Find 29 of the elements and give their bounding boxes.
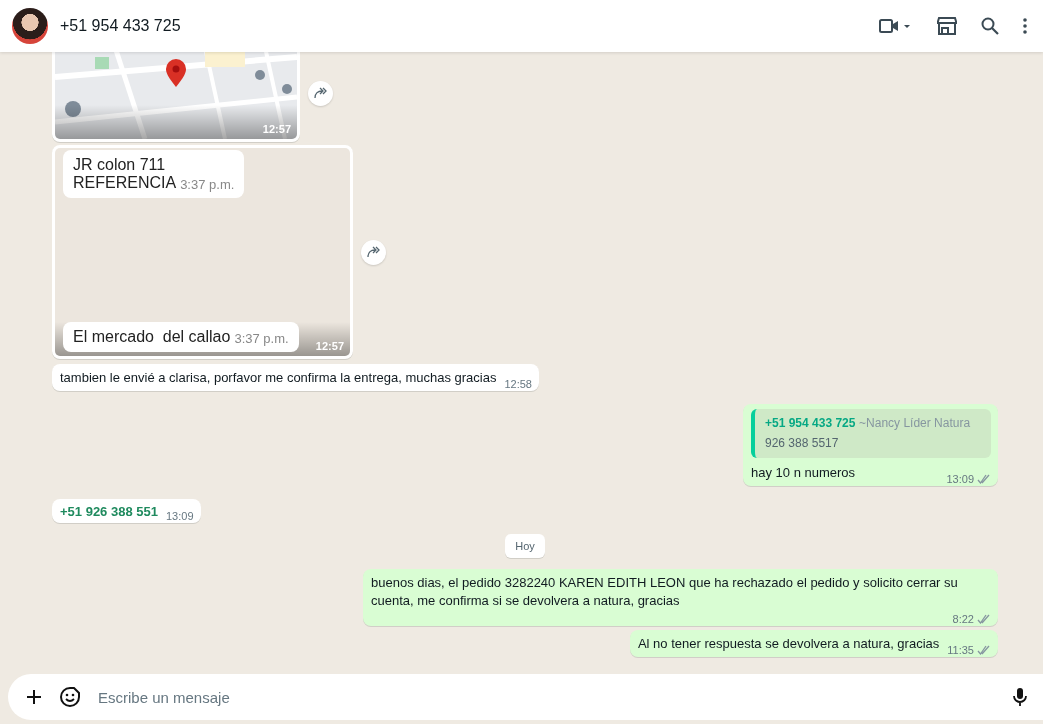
message-time: 13:09 xyxy=(165,510,194,522)
message-time: 12:57 xyxy=(262,123,291,135)
message-text: buenos dias, el pedido 3282240 KAREN EDITH LEON que ha rechazado el pedido y solicito cerrar su cuenta, me confirma si se devolvera a natura, gracias xyxy=(371,574,959,610)
forward-button[interactable] xyxy=(361,239,386,265)
message-time: 11:35 xyxy=(947,644,974,656)
forward-icon xyxy=(366,246,381,258)
quote-author: +51 954 433 725 xyxy=(765,416,856,430)
image-message[interactable]: JR colon 711 REFERENCIA 3:37 p.m. El mercado del callao 3:37 p.m. 12:57 xyxy=(52,145,353,359)
message-text: hay 10 n numeros xyxy=(751,464,856,482)
forward-button[interactable] xyxy=(308,80,333,106)
contact-avatar[interactable] xyxy=(12,8,48,44)
quote-text: 926 388 5517 xyxy=(765,436,840,450)
quote-name: ~Nancy Líder Natura xyxy=(859,416,971,430)
phone-link[interactable]: +51 926 388 551 xyxy=(60,504,158,519)
message-text: tambien le envié a clarisa, porfavor me confirma la entrega, muchas gracias xyxy=(60,369,497,387)
message-time: 12:58 xyxy=(504,378,532,390)
screenshot-message-time: 3:37 p.m. xyxy=(180,177,235,192)
message-text: Al no tener respuesta se devolvera a natura, gracias xyxy=(637,635,940,653)
quoted-message[interactable]: +51 954 433 725 ~Nancy Líder Natura 926 388 5517 xyxy=(751,409,991,458)
message-time: 12:57 xyxy=(315,340,344,352)
screenshot-message-time: 3:37 p.m. xyxy=(234,331,289,346)
video-camera-icon xyxy=(879,19,899,33)
message-time: 13:09 xyxy=(946,473,974,485)
message-field[interactable]: Escribe un mensaje xyxy=(8,674,1043,720)
screenshot-message-text: El mercado del callao xyxy=(73,328,231,346)
screenshot-message-text: JR colon 711 REFERENCIA xyxy=(73,156,177,192)
forward-icon xyxy=(313,87,328,99)
message-time: 8:22 xyxy=(952,613,974,625)
date-chip: Hoy xyxy=(505,534,545,558)
